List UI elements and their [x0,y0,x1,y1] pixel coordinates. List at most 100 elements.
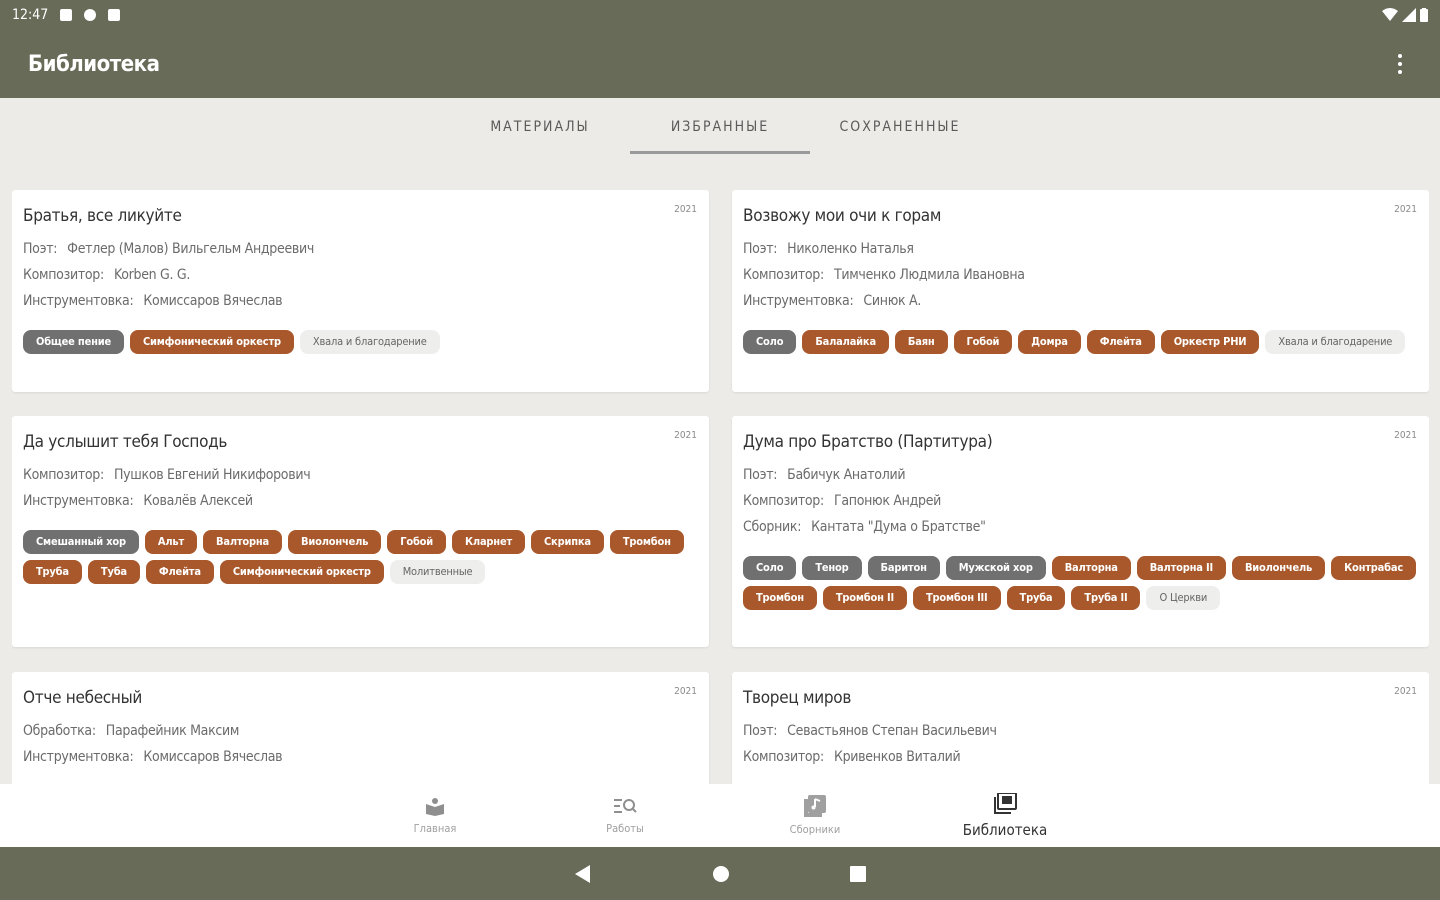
tab-bar: МАТЕРИАЛЫ ИЗБРАННЫЕ СОХРАНЕННЫЕ [0,98,1440,156]
tag-chip[interactable]: Тромбон [743,586,817,610]
card-year: 2021 [674,430,697,441]
tag-chip[interactable]: Валторна [203,530,283,554]
meta-label: Сборник: [743,519,802,535]
nav-collections-label: Сборники [789,823,841,836]
card-year: 2021 [674,204,697,215]
tag-chip[interactable]: Тромбон [609,530,684,554]
back-button[interactable] [574,864,592,883]
meta-value: Гапонюк Андрей [833,493,942,509]
notification-icon-2 [84,9,97,21]
favorite-card[interactable]: 2021 Творец миров Поэт: Севастьянов Степан … [732,672,1429,784]
tag-chip[interactable]: Виолончель [288,530,382,554]
tag-chip[interactable]: Виолончель [1231,556,1326,580]
nav-works[interactable]: Работы [530,784,720,847]
meta-label: Поэт: [743,241,778,257]
overflow-menu-icon[interactable] [1388,50,1412,78]
recents-button[interactable] [850,865,866,882]
tag-chip[interactable]: Молитвенные [389,560,486,584]
system-navigation-bar [0,847,1440,900]
favorite-card[interactable]: 2021 Отче небесный Обработка: Парафейник Ма… [12,672,709,784]
tag-chip[interactable]: Туба [87,560,140,584]
tag-chip[interactable]: Мужской хор [945,556,1046,580]
tag-chip[interactable]: Смешанный хор [23,530,139,554]
home-circle-icon [713,865,729,882]
home-button[interactable] [712,865,730,883]
tag-chip[interactable]: Тенор [802,556,862,580]
tag-chip[interactable]: Валторна II [1136,556,1226,580]
meta-value: Фетлер (Малов) Вильгельм Андреевич [67,241,315,257]
meta-value: Кривенков Виталий [833,749,961,765]
signal-icon [1402,8,1416,22]
tag-chip[interactable]: Оркестр РНИ [1160,330,1260,354]
favorite-card[interactable]: 2021 Да услышит тебя Господь Композитор: Пу… [12,416,709,647]
card-title: Да услышит тебя Господь [23,432,228,452]
card-meta-row: Поэт: Севастьянов Степан Васильевич [743,718,1418,744]
tag-chip[interactable]: Хвала и благодарение [1265,330,1406,354]
meta-label: Инструментовка: [743,293,854,309]
battery-icon [1420,8,1428,22]
meta-value: Кантата "Дума о Братстве" [811,519,986,535]
tag-chip[interactable]: Балалайка [802,330,889,354]
tag-chip[interactable]: Симфонический оркестр [219,560,384,584]
card-meta-row: Композитор: Гапонюк Андрей [743,488,1418,514]
card-year: 2021 [1394,204,1417,215]
tag-chip[interactable]: Гобой [953,330,1013,354]
nav-home[interactable]: Главная [340,784,530,847]
tag-list: Смешанный хор Альт Валторна Виолончель Гобой… [23,530,698,584]
meta-value: Николенко Наталья [787,241,914,257]
card-meta-row: Инструментовка: Комиссаров Вячеслав [23,288,698,314]
tag-chip[interactable]: Валторна [1051,556,1131,580]
tab-favorites[interactable]: ИЗБРАННЫЕ [630,98,810,156]
status-time: 12:47 [12,7,49,23]
favorite-card[interactable]: 2021 Возвожу мои очи к горам Поэт: Николенк… [732,190,1429,392]
tag-chip[interactable]: Соло [743,556,797,580]
card-meta-row: Композитор: Korben G. G. [23,262,698,288]
meta-label: Поэт: [23,241,58,257]
tag-chip[interactable]: Флейта [145,560,214,584]
nav-library-label: Библиотека [962,820,1048,839]
tag-chip[interactable]: Тромбон III [912,586,1001,610]
tab-materials[interactable]: МАТЕРИАЛЫ [450,98,630,156]
card-meta-row: Поэт: Николенко Наталья [743,236,1418,262]
tag-chip[interactable]: Гобой [387,530,446,554]
tag-chip[interactable]: Баян [894,330,948,354]
card-title: Дума про Братство (Партитура) [743,432,993,452]
tag-chip[interactable]: Труба [23,560,82,584]
nav-works-label: Работы [606,822,644,835]
tag-chip[interactable]: Труба II [1071,586,1141,610]
meta-value: Korben G. G. [113,267,191,283]
nav-library[interactable]: Библиотека [910,784,1100,847]
meta-label: Поэт: [743,467,778,483]
tab-saved[interactable]: СОХРАНЕННЫЕ [810,98,990,156]
card-title: Отче небесный [23,688,143,708]
favorite-card[interactable]: 2021 Дума про Братство (Партитура) Поэт: Ба… [732,416,1429,647]
tag-chip[interactable]: Флейта [1086,330,1155,354]
collection-icon [804,795,826,817]
nav-home-label: Главная [413,822,457,835]
tag-chip[interactable]: Альт [144,530,198,554]
favorite-card[interactable]: 2021 Братья, все ликуйте Поэт: Фетлер (Мало… [12,190,709,392]
card-meta-row: Обработка: Парафейник Максим [23,718,698,744]
search-list-icon [614,799,637,813]
recents-square-icon [850,865,866,882]
nav-collections[interactable]: Сборники [720,784,910,847]
tag-chip[interactable]: Труба [1006,586,1066,610]
tag-chip[interactable]: Общее пение [23,330,124,354]
card-title: Возвожу мои очи к горам [743,206,942,226]
meta-label: Поэт: [743,723,778,739]
tag-chip[interactable]: Хвала и благодарение [299,330,440,354]
tag-chip[interactable]: Скрипка [531,530,604,554]
library-icon [994,792,1017,814]
tag-chip[interactable]: Тромбон II [822,586,907,610]
tag-list: Соло Балалайка Баян Гобой Домра Флейта Оркестр… [743,330,1418,354]
tag-chip[interactable]: Соло [743,330,797,354]
tag-chip[interactable]: Домра [1018,330,1081,354]
tag-chip[interactable]: О Церкви [1146,586,1221,610]
tag-chip[interactable]: Контрабас [1331,556,1417,580]
tag-chip[interactable]: Симфонический оркестр [129,330,294,354]
tag-chip[interactable]: Баритон [867,556,940,580]
tag-chip[interactable]: Кларнет [452,530,525,554]
status-bar: 12:47 [0,0,1440,30]
meta-label: Обработка: [23,723,96,739]
card-title: Творец миров [743,688,852,708]
